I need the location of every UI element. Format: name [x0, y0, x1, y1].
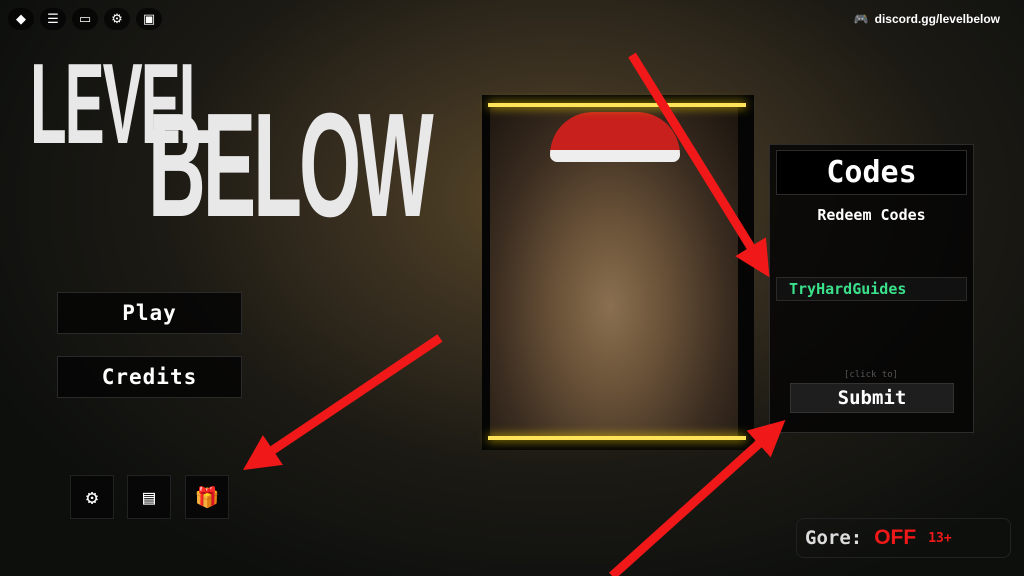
chat-icon[interactable]: ▭: [72, 8, 98, 30]
gore-value[interactable]: OFF: [874, 526, 916, 550]
play-button[interactable]: Play: [57, 292, 242, 334]
discord-link[interactable]: 🎮 discord.gg/levelbelow: [854, 12, 1000, 26]
gift-icon: 🎁: [194, 485, 220, 509]
frame-light-bottom: [488, 436, 746, 440]
settings-icon[interactable]: ⚙: [104, 8, 130, 30]
submit-hint: [click to]: [843, 370, 899, 380]
arrow-to-submit: [608, 419, 786, 576]
backpack-icon[interactable]: ▣: [136, 8, 162, 30]
frame-light-top: [488, 103, 746, 107]
discord-icon: 🎮: [853, 12, 869, 26]
santa-hat: [550, 112, 680, 162]
codes-title: Codes: [776, 150, 967, 195]
discord-label: discord.gg/levelbelow: [874, 12, 1000, 26]
credits-button[interactable]: Credits: [57, 356, 242, 398]
roblox-topbar: ◆ ☰ ▭ ⚙ ▣: [8, 8, 162, 30]
gore-label: Gore:: [805, 527, 863, 549]
arrow-to-gift: [243, 334, 443, 471]
codes-button[interactable]: 🎁: [185, 475, 229, 519]
menu-icon[interactable]: ☰: [40, 8, 66, 30]
code-input[interactable]: [776, 277, 967, 301]
gear-icon: ⚙: [85, 485, 99, 509]
notes-button[interactable]: ▤: [127, 475, 171, 519]
roblox-icon[interactable]: ◆: [8, 8, 34, 30]
logo-line2: BELOW: [148, 82, 434, 248]
age-rating: 13+: [928, 530, 952, 546]
notes-icon: ▤: [142, 485, 156, 509]
gore-toggle[interactable]: Gore: OFF 13+: [796, 518, 1011, 558]
settings-button[interactable]: ⚙: [70, 475, 114, 519]
redeem-codes-label: Redeem Codes: [817, 206, 926, 224]
submit-button[interactable]: Submit: [790, 383, 954, 413]
